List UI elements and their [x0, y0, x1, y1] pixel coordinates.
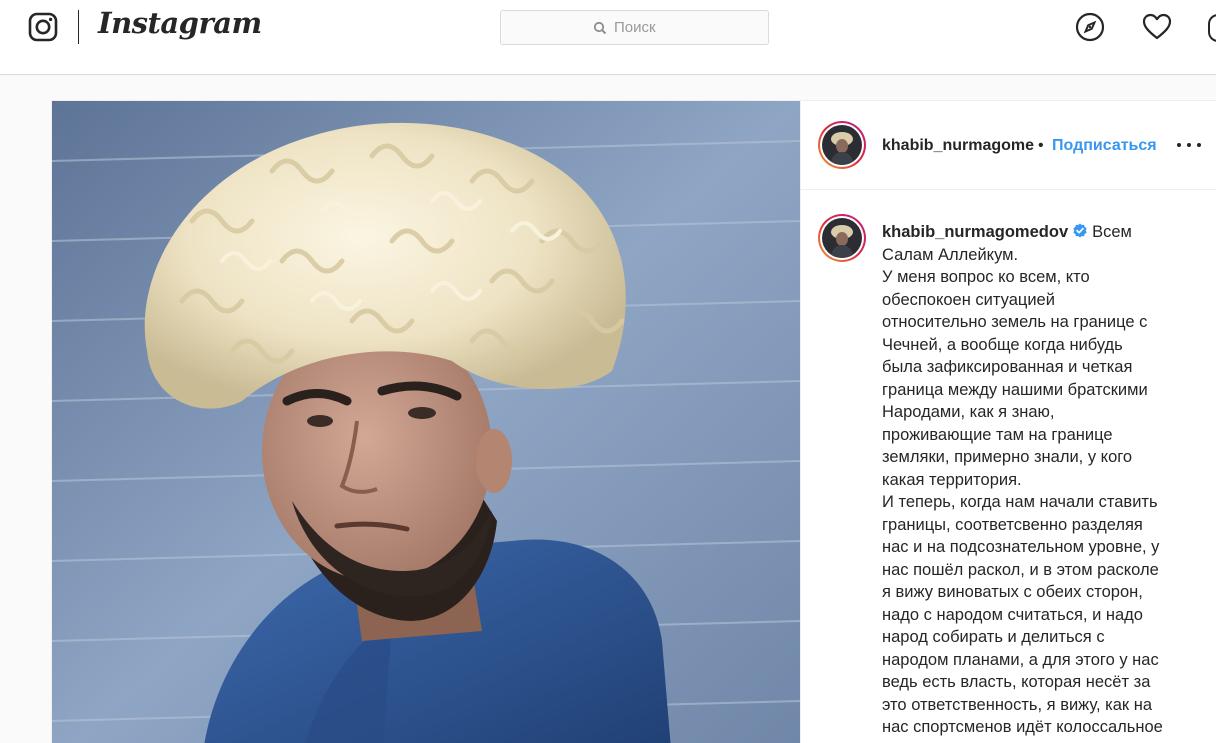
caption-line: надо с народом считаться, и надо — [882, 605, 1143, 624]
caption-line: относительно земель на границе с — [882, 313, 1148, 331]
caption-line: ведь есть власть, которая несёт за — [882, 673, 1151, 691]
follow-button[interactable]: Подписаться — [1052, 137, 1157, 155]
caption-line: земляки, примерно знали, у кого — [882, 448, 1133, 466]
search-input[interactable] — [614, 19, 704, 36]
instagram-glyph-icon[interactable] — [28, 12, 58, 42]
caption-line: нас и на подсознательном уровне, у — [882, 538, 1160, 556]
search-icon — [593, 21, 607, 34]
profile-icon[interactable] — [1208, 14, 1216, 42]
verified-badge-icon — [1073, 223, 1087, 238]
top-navigation-bar: Instagram — [0, 0, 1216, 75]
caption-line: Чечней, а вообще когда нибудь — [882, 335, 1123, 354]
caption-line: какая территория. — [882, 470, 1022, 489]
caption-line: это ответственность, я вижу, как на — [882, 695, 1153, 714]
post-author-avatar[interactable] — [818, 121, 866, 169]
caption-line: границы, соответсвенно разделяя — [882, 515, 1143, 534]
post-author-username[interactable]: khabib_nurmagome — [882, 137, 1035, 155]
caption-line: Народами, как я знаю, — [882, 403, 1055, 421]
separator-dot: • — [1038, 137, 1044, 154]
post-photo[interactable] — [52, 101, 800, 743]
caption-line: я вижу виноватых с обеих сторон, — [882, 583, 1143, 601]
caption-first-word: Всем — [1092, 223, 1132, 241]
caption-line: У меня вопрос ко всем, кто — [882, 268, 1090, 286]
caption-line: нас пошёл раскол, и в этом расколе — [882, 560, 1159, 579]
avatar-image — [822, 125, 862, 165]
search-box[interactable] — [500, 10, 769, 45]
post-photo-illustration — [52, 101, 800, 743]
caption-first-line: khabib_nurmagomedov Всем — [882, 221, 1178, 244]
heart-icon[interactable] — [1142, 12, 1172, 42]
instagram-wordmark-logo[interactable]: Instagram — [98, 6, 262, 40]
post-header: khabib_nurmagome • Подписаться — [801, 101, 1216, 190]
caption-line: граница между нашими братскими — [882, 380, 1148, 399]
caption-line: Салам Аллейкум. — [882, 245, 1019, 264]
more-dots-icon[interactable] — [1175, 135, 1203, 155]
caption-line: проживающие там на границе — [882, 425, 1113, 444]
avatar-image — [822, 218, 862, 258]
caption-line: нас спортсменов идёт колоссальное — [882, 718, 1163, 736]
brand-divider — [78, 10, 79, 44]
post-caption: khabib_nurmagomedov Всем Салам Аллейкум. … — [882, 221, 1178, 739]
caption-author-avatar[interactable] — [818, 214, 866, 262]
caption-username[interactable]: khabib_nurmagomedov — [882, 223, 1068, 241]
caption-line: обеспокоен ситуацией — [882, 290, 1055, 309]
caption-line: И теперь, когда нам начали ставить — [882, 493, 1158, 511]
post-sidebar: khabib_nurmagome • Подписаться khabib_nu… — [800, 101, 1216, 743]
compass-icon[interactable] — [1075, 12, 1105, 42]
post-card: khabib_nurmagome • Подписаться khabib_nu… — [51, 100, 1216, 743]
caption-line: народом планами, а для этого у нас — [882, 650, 1159, 669]
caption-line: была зафиксированная и четкая — [882, 358, 1133, 376]
caption-line: народ собирать и делиться с — [882, 628, 1105, 646]
